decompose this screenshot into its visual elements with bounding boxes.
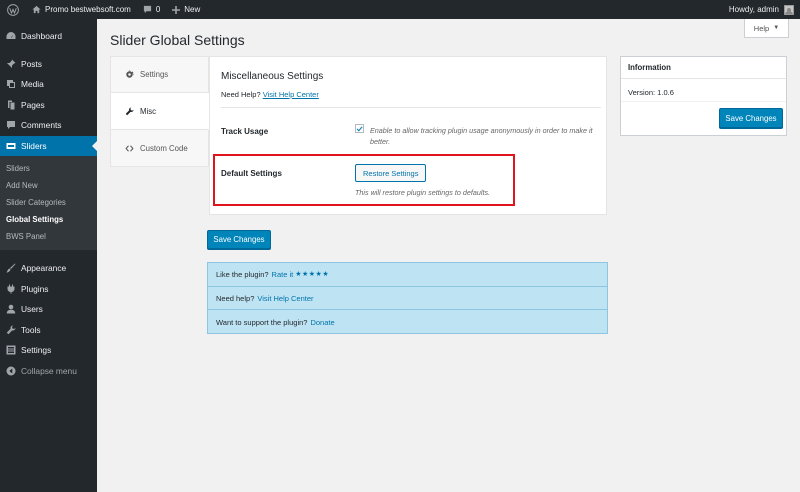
menu-users[interactable]: Users bbox=[0, 299, 97, 320]
admin-bar: Promo bestwebsoft.com 0 New Howdy, admin bbox=[0, 0, 800, 19]
menu-posts[interactable]: Posts bbox=[0, 54, 97, 75]
menu-plugins[interactable]: Plugins bbox=[0, 279, 97, 300]
divider bbox=[221, 107, 601, 108]
comments-count: 0 bbox=[155, 5, 161, 14]
menu-label: Dashboard bbox=[21, 31, 62, 42]
submenu-global-settings[interactable]: Global Settings bbox=[0, 211, 97, 228]
caret-down-icon: ▼ bbox=[773, 25, 780, 31]
need-help-text: Need help? bbox=[216, 293, 255, 303]
rate-notice: Like the plugin? Rate it ★★★★★ bbox=[208, 263, 607, 287]
help-center-link[interactable]: Visit Help Center bbox=[263, 90, 319, 99]
menu-label: Plugins bbox=[21, 283, 49, 294]
users-icon bbox=[6, 304, 16, 314]
submenu-sliders[interactable]: Sliders bbox=[0, 160, 97, 177]
admin-sidebar: Dashboard Posts Media Pages Comments Sli… bbox=[0, 19, 97, 492]
wordpress-logo-icon[interactable] bbox=[0, 0, 26, 19]
menu-comments[interactable]: Comments bbox=[0, 115, 97, 136]
like-text: Like the plugin? bbox=[216, 269, 269, 279]
gear-icon bbox=[125, 70, 134, 79]
divider bbox=[621, 101, 786, 102]
settings-tabs: Settings Misc Custom Code bbox=[110, 56, 209, 167]
version-text: Version: 1.0.6 bbox=[628, 88, 674, 97]
plugin-notices: Like the plugin? Rate it ★★★★★ Need help… bbox=[207, 262, 608, 334]
track-usage-label: Track Usage bbox=[221, 127, 269, 136]
collapse-icon bbox=[6, 366, 16, 376]
tab-misc[interactable]: Misc bbox=[110, 93, 209, 130]
checkmark-icon bbox=[356, 125, 363, 132]
dashboard-icon bbox=[6, 31, 16, 41]
menu-tools[interactable]: Tools bbox=[0, 320, 97, 341]
menu-label: Users bbox=[21, 304, 43, 315]
tab-custom-code[interactable]: Custom Code bbox=[110, 130, 209, 167]
tab-label: Misc bbox=[140, 106, 157, 116]
greeting: Howdy, admin bbox=[728, 5, 779, 14]
menu-label: Collapse menu bbox=[21, 365, 77, 376]
submenu-add-new[interactable]: Add New bbox=[0, 177, 97, 194]
information-title: Information bbox=[621, 57, 786, 79]
comments-link[interactable]: 0 bbox=[137, 0, 166, 19]
menu-label: Media bbox=[21, 79, 44, 90]
menu-label: Posts bbox=[21, 58, 42, 69]
rate-it-link[interactable]: Rate it bbox=[272, 270, 294, 279]
donate-link[interactable]: Donate bbox=[310, 318, 334, 327]
wrench-icon bbox=[6, 325, 16, 335]
menu-label: Pages bbox=[21, 99, 45, 110]
donate-notice: Want to support the plugin? Donate bbox=[208, 310, 607, 334]
code-icon bbox=[125, 144, 134, 153]
my-account-link[interactable]: Howdy, admin bbox=[723, 0, 800, 19]
help-notice: Need help? Visit Help Center bbox=[208, 287, 607, 311]
page-title: Slider Global Settings bbox=[110, 32, 245, 48]
save-changes-button[interactable]: Save Changes bbox=[207, 230, 271, 249]
need-help-line: Need Help? Visit Help Center bbox=[221, 90, 319, 99]
brush-icon bbox=[6, 263, 16, 273]
media-icon bbox=[6, 79, 16, 89]
menu-label: Sliders bbox=[21, 140, 47, 151]
help-tab-button[interactable]: Help ▼ bbox=[744, 19, 789, 38]
settings-icon bbox=[6, 345, 16, 355]
track-usage-checkbox[interactable] bbox=[355, 124, 364, 133]
menu-label: Appearance bbox=[21, 263, 67, 274]
save-changes-side-button[interactable]: Save Changes bbox=[719, 108, 783, 128]
slider-icon bbox=[6, 141, 16, 151]
submenu-bws-panel[interactable]: BWS Panel bbox=[0, 228, 97, 245]
section-heading: Miscellaneous Settings bbox=[221, 71, 324, 82]
site-name-link[interactable]: Promo bestwebsoft.com bbox=[26, 0, 137, 19]
wrench-icon bbox=[125, 106, 134, 116]
menu-pages[interactable]: Pages bbox=[0, 95, 97, 116]
new-label: New bbox=[184, 5, 201, 14]
tab-label: Settings bbox=[140, 70, 169, 79]
pin-icon bbox=[6, 59, 16, 69]
plus-icon bbox=[172, 5, 181, 14]
tab-label: Custom Code bbox=[140, 143, 188, 153]
submenu-slider-categories[interactable]: Slider Categories bbox=[0, 194, 97, 211]
support-text: Want to support the plugin? bbox=[216, 317, 308, 327]
avatar bbox=[784, 4, 794, 15]
tab-settings[interactable]: Settings bbox=[110, 56, 209, 93]
menu-media[interactable]: Media bbox=[0, 74, 97, 95]
comment-bubble-icon bbox=[143, 5, 152, 14]
site-name: Promo bestwebsoft.com bbox=[45, 5, 131, 14]
collapse-menu-button[interactable]: Collapse menu bbox=[0, 361, 97, 382]
highlight-box bbox=[213, 154, 515, 206]
menu-dashboard[interactable]: Dashboard bbox=[0, 26, 97, 47]
sliders-submenu: Sliders Add New Slider Categories Global… bbox=[0, 156, 97, 250]
help-label: Help bbox=[753, 23, 770, 33]
pages-icon bbox=[6, 100, 16, 110]
new-content-link[interactable]: New bbox=[166, 0, 206, 19]
need-help-text: Need Help? bbox=[221, 90, 261, 99]
menu-appearance[interactable]: Appearance bbox=[0, 258, 97, 279]
track-usage-description: Enable to allow tracking plugin usage an… bbox=[370, 126, 593, 146]
menu-label: Comments bbox=[21, 120, 62, 131]
star-rating-icon[interactable]: ★★★★★ bbox=[295, 270, 329, 278]
menu-label: Settings bbox=[21, 345, 52, 356]
menu-settings[interactable]: Settings bbox=[0, 340, 97, 361]
home-icon bbox=[32, 5, 41, 14]
help-center-link[interactable]: Visit Help Center bbox=[257, 294, 313, 303]
plugin-icon bbox=[6, 284, 16, 294]
menu-label: Tools bbox=[21, 324, 41, 335]
comment-icon bbox=[6, 120, 16, 130]
menu-sliders[interactable]: Sliders bbox=[0, 135, 97, 156]
